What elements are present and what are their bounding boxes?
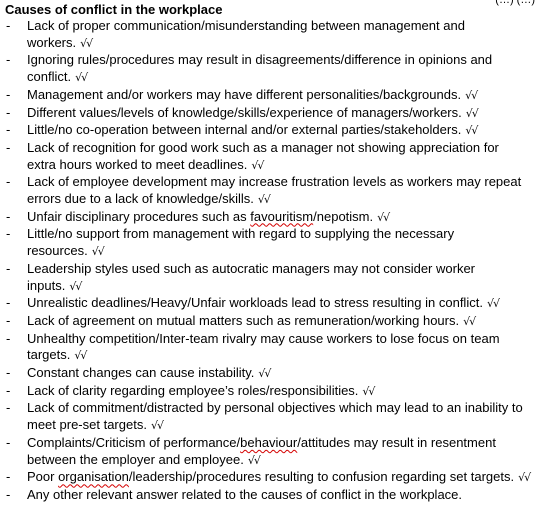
tick-marks: √√ [247,453,261,467]
bullet-dash: - [6,312,11,328]
item-text: Unrealistic deadlines/Heavy/Unfair workl… [27,295,483,311]
tick-marks: √√ [74,349,87,363]
bullet-dash: - [6,434,11,450]
item-text: Complaints/Criticism of performance/ [27,434,241,450]
bullet-dash: - [6,486,11,502]
spellcheck-word: organisation [58,469,129,485]
item-text: Leadership styles used such as autocrati… [27,260,475,293]
bullet-dash: - [6,382,11,398]
document-page: Causes of conflict in the workplace (…) … [0,0,539,516]
tick-marks: √√ [69,279,82,293]
item-text: Management and/or workers may have diffe… [27,86,462,102]
bullet-dash: - [6,86,11,102]
tick-marks: √√ [465,106,479,120]
tick-marks: √√ [463,314,476,328]
tick-marks: √√ [362,384,375,398]
bullet-dash: - [6,226,11,242]
item-text: Little/no co-operation between internal … [27,122,462,138]
list-item: - Lack of agreement on mutual matters suc… [0,313,539,331]
bullet-dash: - [6,52,11,68]
item-text: Lack of clarity regarding employee’s rol… [27,382,359,398]
item-text: /nepotism. [313,208,374,224]
bullet-dash: - [6,18,11,33]
item-text: Unhealthy competition/Inter-team rivalry… [27,330,500,363]
item-text: Lack of proper communication/misundersta… [27,18,465,50]
bullet-dash: - [6,295,11,311]
list-item: - Little/no co-operation between internal… [0,122,539,140]
list-item: - Constant changes can cause instability.… [0,365,539,383]
tick-marks: √√ [465,88,478,102]
item-text: Lack of commitment/distracted by persona… [27,400,523,433]
tick-marks: √√ [91,245,105,259]
item-text: Different values/levels of knowledge/ski… [27,104,462,120]
list-item: - Ignoring rules/procedures may result in… [0,52,539,86]
bullet-dash: - [6,469,11,485]
bullet-dash: - [6,174,11,190]
list-item: - Lack of commitment/distracted by person… [0,400,539,434]
tick-marks: √√ [257,193,271,207]
bullet-dash: - [6,122,11,138]
list-item: - Leadership styles used such as autocrat… [0,261,539,295]
list-item: - Lack of employee development may increa… [0,174,539,208]
list-item: - Lack of recognition for good work such … [0,140,539,174]
tick-marks: √√ [518,471,531,485]
bullet-dash: - [6,260,11,276]
list-item: - Any other relevant answer related to th… [0,487,539,504]
tick-marks: √√ [377,210,390,224]
tick-marks: √√ [80,36,93,50]
list-item: - Lack of proper communication/misunderst… [0,18,539,52]
item-text: Lack of agreement on mutual matters such… [27,312,460,328]
list-item: - Complaints/Criticism of performance/beh… [0,435,539,469]
spellcheck-word: favouritism [250,208,314,224]
list-item: - Poor organisation/leadership/procedures… [0,469,539,487]
item-text: Any other relevant answer related to the… [27,486,463,502]
bullet-dash: - [6,365,11,381]
list-item: - Unrealistic deadlines/Heavy/Unfair work… [0,295,539,313]
causes-list: - Lack of proper communication/misunderst… [0,18,539,504]
tick-marks: √√ [251,158,264,172]
list-item: - Unfair disciplinary procedures such as … [0,209,539,227]
spellcheck-word: behaviour [240,434,298,450]
bullet-dash: - [6,400,11,416]
item-text: /leadership/procedures resulting to conf… [128,469,515,485]
tick-marks: √√ [150,419,164,433]
tick-marks: √√ [75,71,88,85]
list-item: - Lack of clarity regarding employee’s ro… [0,383,539,401]
item-text: Constant changes can cause instability. [27,365,255,381]
item-text: Poor [27,469,59,485]
list-item: - Management and/or workers may have diff… [0,87,539,105]
item-text: Ignoring rules/procedures may result in … [27,52,493,85]
list-item: - Different values/levels of knowledge/sk… [0,105,539,123]
section-heading: Causes of conflict in the workplace [5,2,223,17]
tick-marks: √√ [465,124,478,138]
bullet-dash: - [6,139,11,155]
mark-allocation: (…) (…) [495,0,535,6]
tick-marks: √√ [486,297,500,311]
list-item: - Unhealthy competition/Inter-team rivalr… [0,331,539,365]
bullet-dash: - [6,330,11,346]
bullet-dash: - [6,208,11,224]
item-text: Lack of employee development may increas… [27,174,522,207]
list-item: - Little/no support from management with … [0,226,539,260]
bullet-dash: - [6,104,11,120]
item-text: Unfair disciplinary procedures such as [27,208,251,224]
tick-marks: √√ [258,367,271,381]
